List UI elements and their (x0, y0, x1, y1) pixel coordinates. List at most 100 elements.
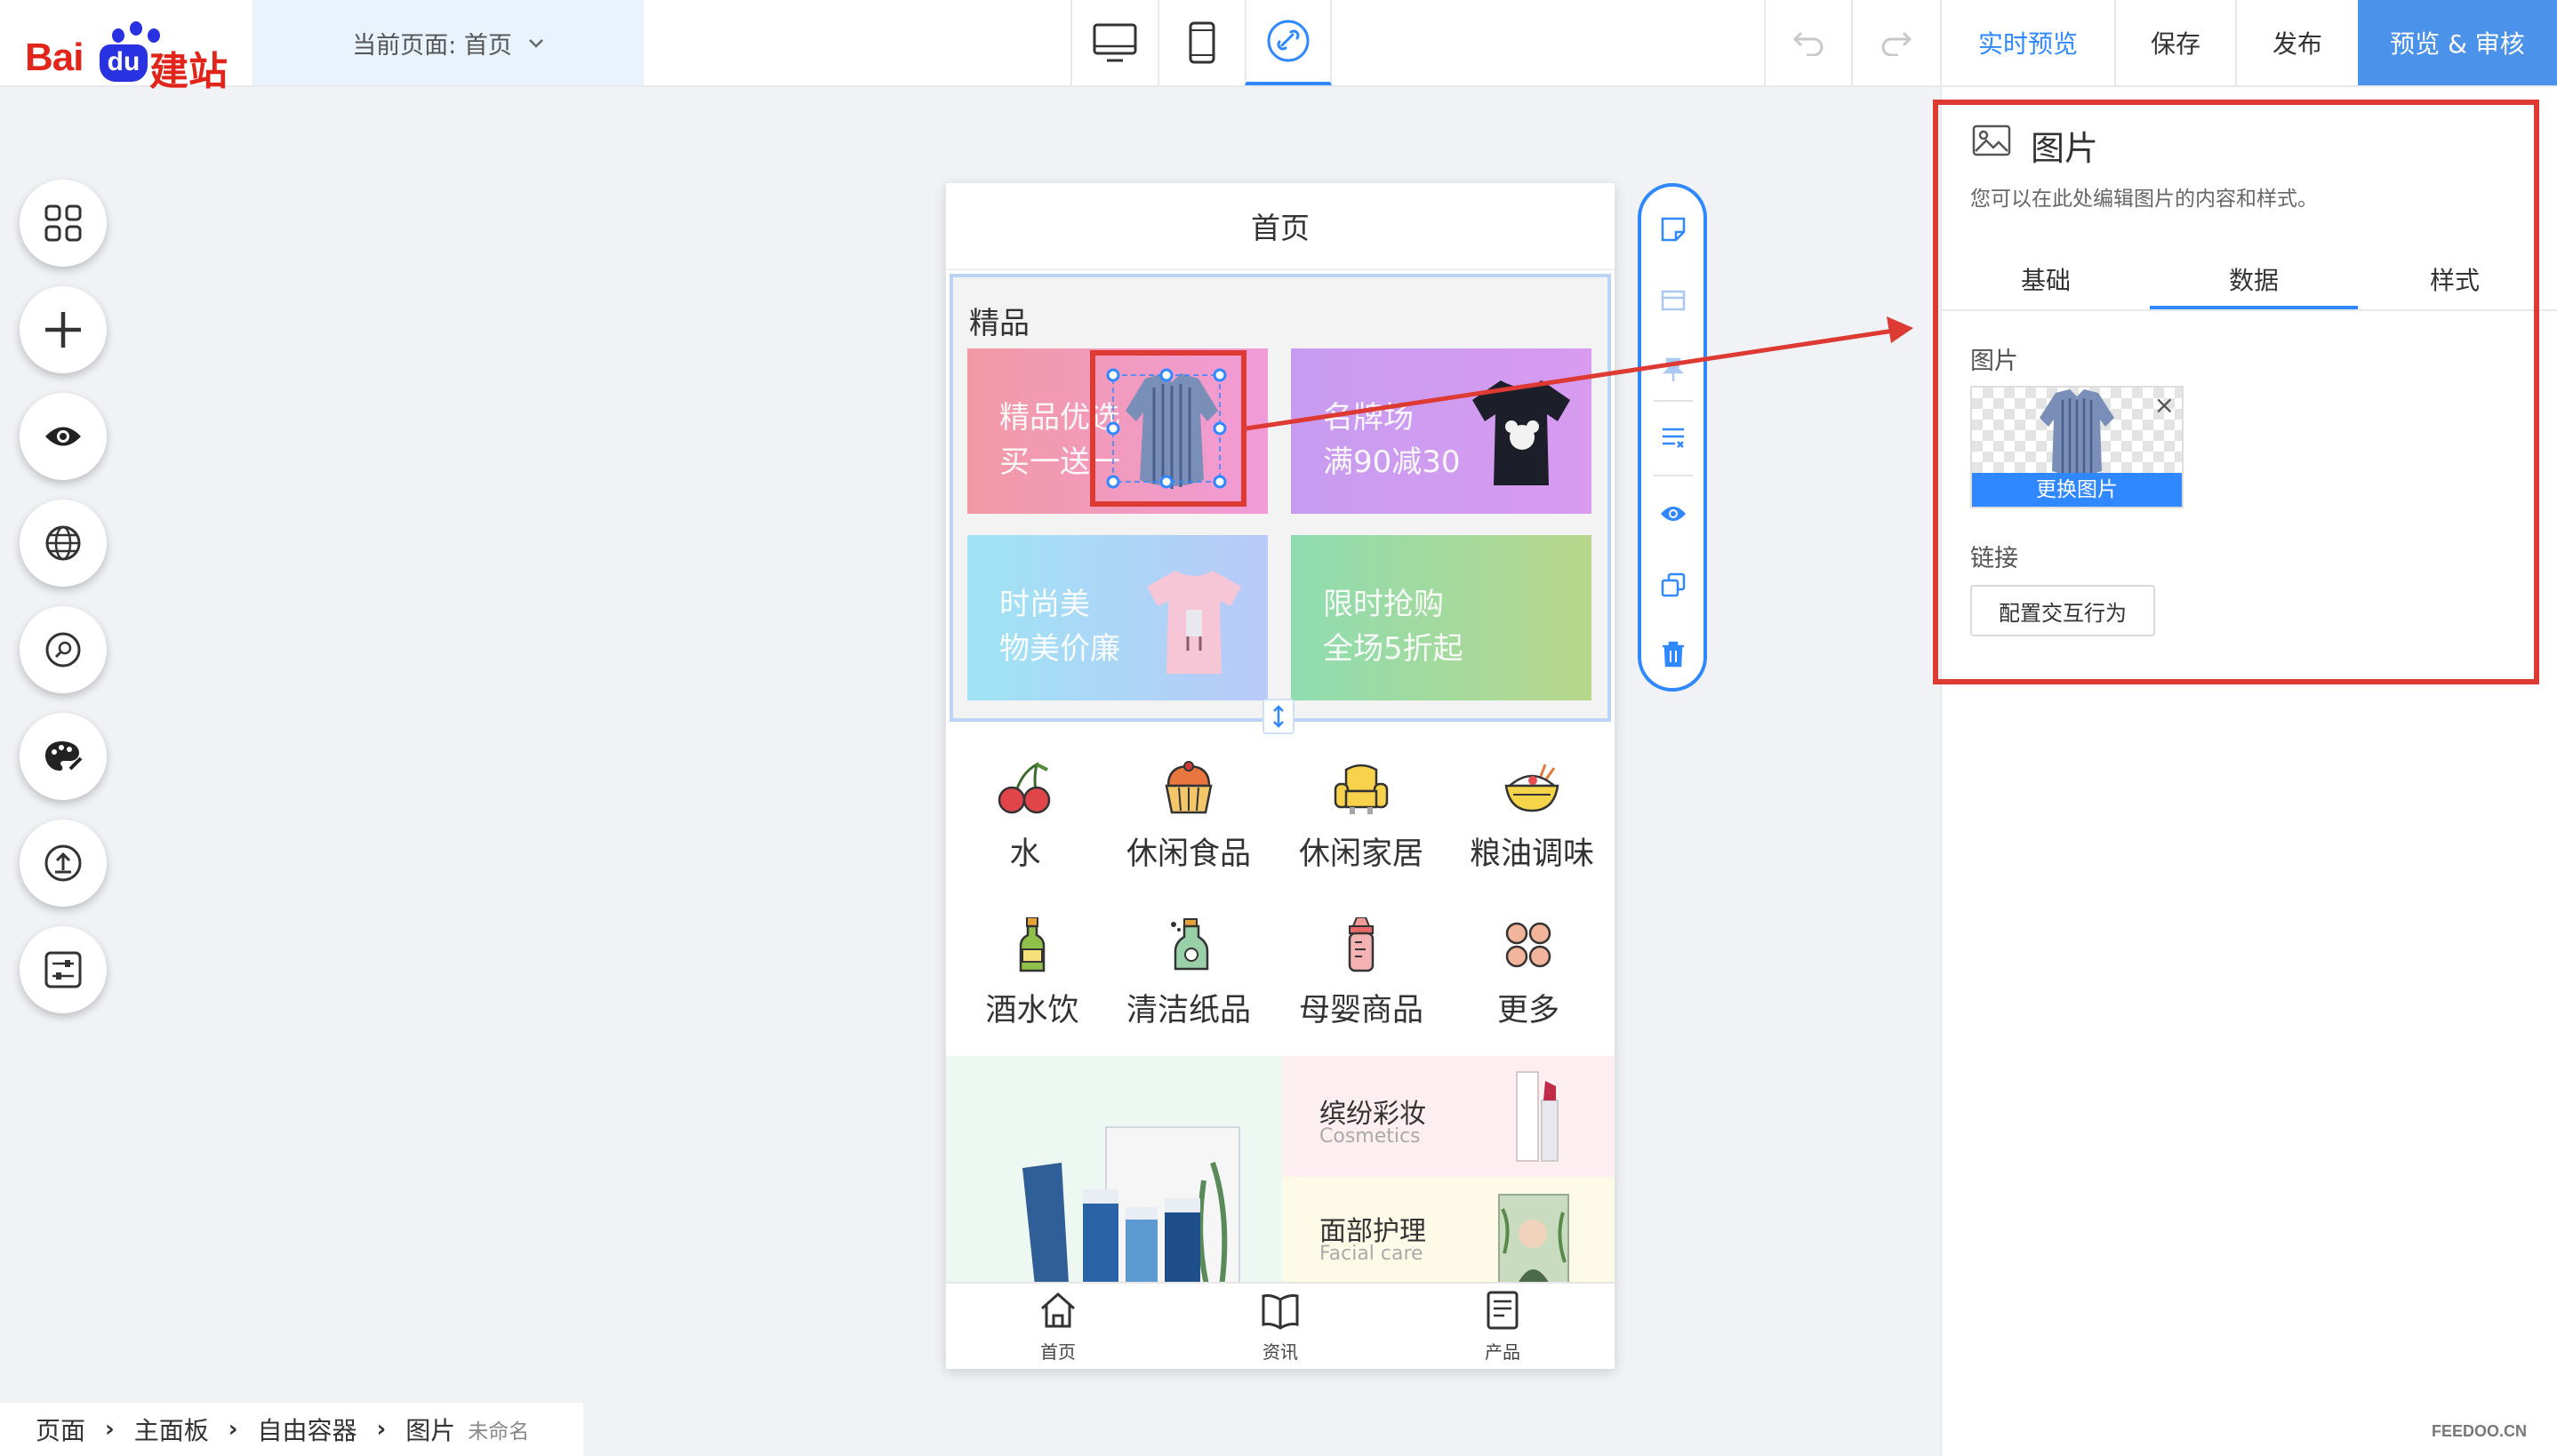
logo-paw-dot (112, 28, 124, 43)
live-preview-button[interactable]: 实时预览 (1940, 0, 2114, 85)
category-label: 水 (1009, 836, 1041, 872)
logo-text-bai: Bai (25, 36, 84, 79)
baidu-jianzhan-logo[interactable]: Bai du 建站 (20, 9, 242, 94)
language-button[interactable] (20, 500, 107, 587)
undo-icon (1792, 31, 1824, 56)
seo-button[interactable] (20, 606, 107, 693)
visibility-button[interactable] (20, 393, 107, 480)
palette-icon (45, 741, 83, 771)
category-item[interactable]: 休闲家居 (1278, 761, 1444, 874)
eye-icon (45, 427, 81, 446)
logo-text-jianzhan: 建站 (149, 49, 228, 94)
resize-vertical-icon (1273, 705, 1284, 728)
pin-icon (1662, 357, 1685, 381)
more-icon (1505, 922, 1551, 968)
chevron-right-icon: › (376, 1416, 387, 1443)
theme-button[interactable] (20, 713, 107, 800)
link-icon (1267, 20, 1310, 62)
desktop-view-button[interactable] (1070, 0, 1158, 85)
settings-button[interactable] (20, 926, 107, 1013)
cupcake-icon (1165, 761, 1213, 814)
category-item[interactable]: 水 (946, 761, 1108, 874)
add-button[interactable] (20, 286, 107, 373)
category-item[interactable]: 休闲食品 (1106, 761, 1271, 874)
category-label: 粮油调味 (1469, 836, 1594, 872)
tab-label: 资讯 (1262, 1341, 1298, 1363)
align-icon (1663, 428, 1684, 448)
pin-button[interactable] (1657, 354, 1689, 386)
top-bar: Bai du 建站 当前页面: 首页 实时预览 保存 发布 预览 & 审核 (0, 0, 2557, 94)
chevron-right-icon: › (228, 1416, 238, 1443)
category-item[interactable]: 更多 (1446, 917, 1611, 1030)
category-item[interactable]: 酒水饮 (950, 917, 1115, 1030)
breadcrumb: 页面 › 主面板 › 自由容器 › 图片 未命名 (0, 1403, 583, 1456)
preview-review-button[interactable]: 预览 & 审核 (2358, 0, 2557, 85)
current-page-selector[interactable]: 当前页面: 首页 (252, 0, 644, 85)
home-icon (1041, 1292, 1075, 1328)
category-item[interactable]: 母婴商品 (1278, 917, 1444, 1030)
duplicate-button[interactable] (1657, 569, 1689, 601)
toggle-visibility-button[interactable] (1657, 498, 1689, 530)
note-button[interactable] (1657, 213, 1689, 245)
container-resize-handle[interactable] (1262, 699, 1295, 734)
trash-icon (1663, 641, 1684, 668)
mobile-icon (1189, 21, 1215, 64)
breadcrumb-item[interactable]: 图片 (405, 1412, 455, 1447)
category-label: 休闲家居 (1298, 836, 1423, 872)
toolbar-divider (1654, 475, 1693, 476)
breadcrumb-item[interactable]: 自由容器 (257, 1412, 357, 1447)
category-label: 休闲食品 (1126, 836, 1251, 872)
publish-button[interactable]: 发布 (2235, 0, 2358, 85)
undo-button[interactable] (1764, 0, 1851, 85)
tile-line1: 名牌场 (1323, 400, 1414, 436)
logo-text-du: du (100, 44, 148, 82)
mobile-view-button[interactable] (1158, 0, 1245, 85)
baby-bottle-icon (1348, 917, 1375, 972)
save-button[interactable]: 保存 (2114, 0, 2235, 85)
annotation-highlight-image (1090, 350, 1246, 507)
promo-tile-3[interactable]: 时尚美 物美价廉 (967, 535, 1268, 700)
upload-icon (44, 844, 82, 882)
align-button[interactable] (1657, 421, 1689, 453)
rice-bowl-icon (1504, 764, 1559, 812)
category-label: 清洁纸品 (1126, 993, 1251, 1028)
tshirt-image (1472, 380, 1570, 485)
phone-tab-bar: 首页 资讯 产品 (946, 1282, 1615, 1369)
components-button[interactable] (20, 180, 107, 267)
section-title: 精品 (969, 306, 1030, 341)
eye-icon (1661, 507, 1686, 521)
plus-icon (45, 312, 81, 348)
free-container[interactable]: 精品 精品优选 买一送一 名牌场 满90减30 时尚美 物美价廉 限时抢购 全场… (950, 274, 1611, 722)
upload-button[interactable] (20, 820, 107, 907)
tile-line2: 全场5折起 (1323, 631, 1463, 667)
category-label: 母婴商品 (1298, 993, 1423, 1028)
tab-news[interactable]: 资讯 (1236, 1291, 1325, 1364)
lipstick-image (1516, 1071, 1559, 1162)
bottle-icon (1019, 917, 1046, 972)
redo-button[interactable] (1851, 0, 1940, 85)
layer-button[interactable] (1657, 284, 1689, 316)
copy-icon (1661, 572, 1686, 597)
cosmetics-banner[interactable]: 缤纷彩妆 Cosmetics (1282, 1056, 1615, 1177)
category-item[interactable]: 清洁纸品 (1106, 917, 1271, 1030)
promo-subtitle: Facial care (1319, 1243, 1423, 1265)
category-item[interactable]: 粮油调味 (1449, 761, 1615, 874)
cherry-icon (998, 762, 1051, 814)
breadcrumb-item[interactable]: 主面板 (134, 1412, 209, 1447)
current-page-label: 当前页面: 首页 (352, 31, 512, 60)
chevron-down-icon (528, 32, 544, 53)
search-icon (45, 632, 81, 668)
tab-home[interactable]: 首页 (1014, 1291, 1102, 1364)
tab-products[interactable]: 产品 (1458, 1291, 1547, 1364)
promo-tile-2[interactable]: 名牌场 满90减30 (1291, 348, 1591, 514)
category-label: 更多 (1496, 993, 1559, 1028)
promo-subtitle: Cosmetics (1319, 1125, 1421, 1148)
breadcrumb-item[interactable]: 页面 (36, 1412, 85, 1447)
delete-button[interactable] (1657, 638, 1689, 670)
promo-tile-4[interactable]: 限时抢购 全场5折起 (1291, 535, 1591, 700)
logo-paw-dot (130, 21, 142, 36)
link-view-button[interactable] (1245, 0, 1332, 85)
sliders-icon (44, 951, 82, 988)
layer-icon (1661, 290, 1686, 311)
tile-line2: 物美价廉 (999, 631, 1120, 667)
